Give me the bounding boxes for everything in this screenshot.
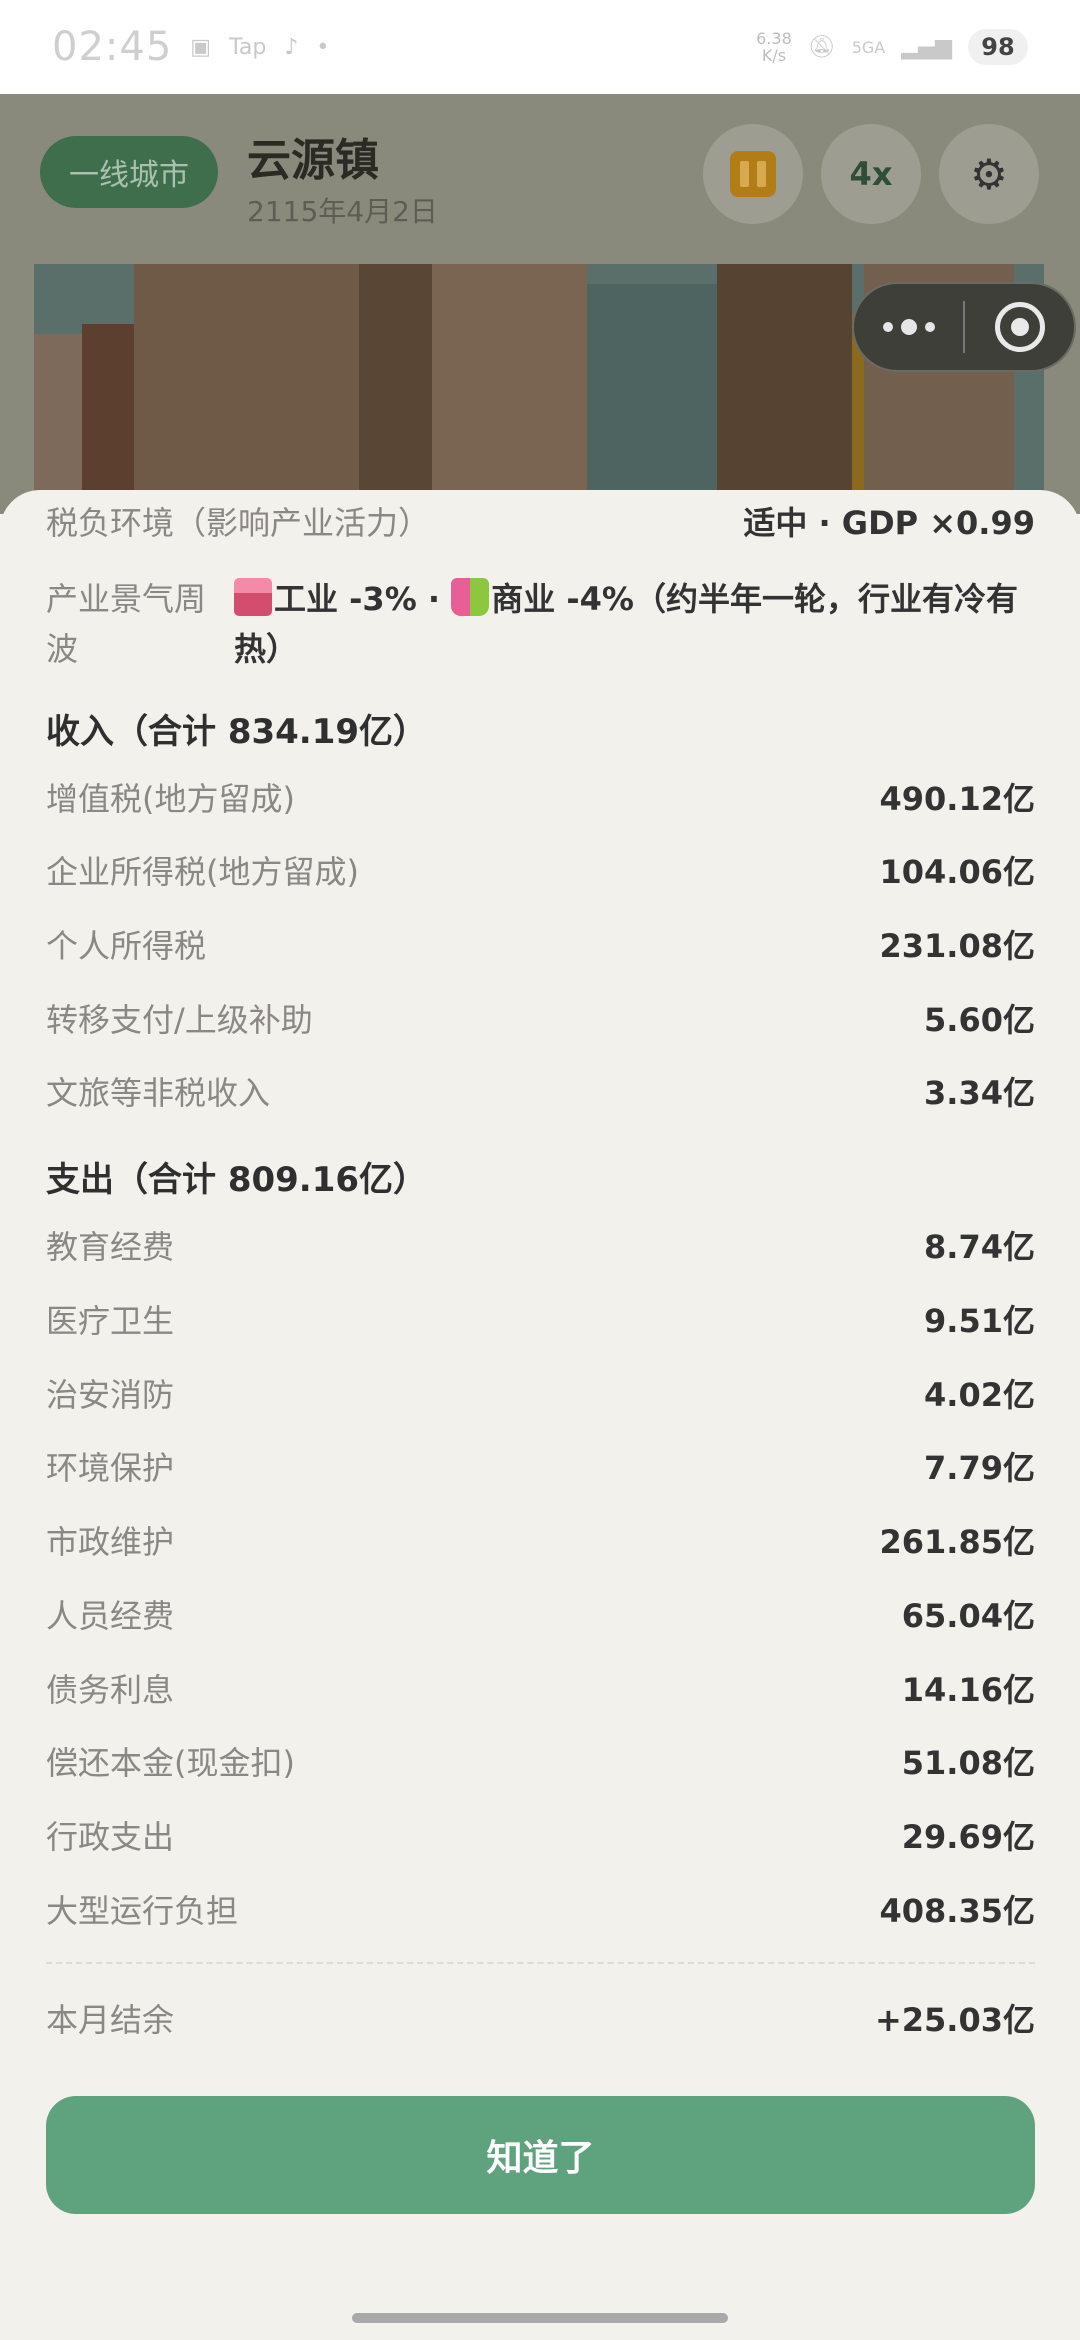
expense-row: 医疗卫生 9.51亿 xyxy=(46,1294,1035,1344)
status-left: 02:45 ▣ Tap ♪ • xyxy=(52,24,329,70)
expense-row: 债务利息 14.16亿 xyxy=(46,1663,1035,1713)
more-icon[interactable] xyxy=(854,319,963,335)
battery-indicator: 98 xyxy=(968,29,1028,65)
close-target-icon[interactable] xyxy=(965,302,1074,352)
mute-icon: 🔕︎ xyxy=(807,34,836,60)
income-row: 文旅等非税收入 3.34亿 xyxy=(46,1066,1035,1116)
expense-row: 治安消防 4.02亿 xyxy=(46,1368,1035,1418)
expense-value: 4.02亿 xyxy=(924,1376,1035,1414)
industry-cycle-value: 工业 -3% · 商业 -4%（约半年一轮，行业有冷有热） xyxy=(234,574,1034,674)
income-heading: 收入（合计 834.19亿） xyxy=(46,712,428,752)
expense-label: 偿还本金(现金扣) xyxy=(46,1744,295,1782)
building xyxy=(717,264,852,514)
income-label: 文旅等非税收入 xyxy=(46,1074,271,1112)
screen-record-icon: ▣ xyxy=(190,34,212,60)
expense-label: 人员经费 xyxy=(46,1597,175,1635)
building xyxy=(134,264,359,514)
industry-cycle-industry: 工业 -3% · xyxy=(274,580,452,618)
gear-icon: ⚙ xyxy=(970,149,1008,199)
income-row: 个人所得税 231.08亿 xyxy=(46,919,1035,969)
expense-value: 9.51亿 xyxy=(924,1302,1035,1340)
status-right: 6.38 K/s 🔕︎ 5GA ▂▄▆ 98 xyxy=(756,29,1028,65)
expense-row: 人员经费 65.04亿 xyxy=(46,1589,1035,1639)
dot-icon: • xyxy=(316,34,330,60)
status-bar: 02:45 ▣ Tap ♪ • 6.38 K/s 🔕︎ 5GA ▂▄▆ 98 xyxy=(0,0,1080,94)
expense-label: 行政支出 xyxy=(46,1818,175,1856)
screen: 02:45 ▣ Tap ♪ • 6.38 K/s 🔕︎ 5GA ▂▄▆ 98 一… xyxy=(0,0,1080,2340)
income-value: 3.34亿 xyxy=(924,1074,1035,1112)
expense-value: 29.69亿 xyxy=(901,1818,1035,1856)
expense-row: 行政支出 29.69亿 xyxy=(46,1810,1035,1860)
balance-row: 本月结余 +25.03亿 xyxy=(46,1993,1035,2043)
income-label: 转移支付/上级补助 xyxy=(46,1001,313,1039)
expense-label: 医疗卫生 xyxy=(46,1302,175,1340)
game-date: 2115年4月2日 xyxy=(247,195,438,228)
network-speed-unit: K/s xyxy=(761,46,787,65)
speed-label: 4x xyxy=(849,155,893,193)
tax-environment-value: 适中 · GDP ×0.99 xyxy=(743,504,1035,542)
pause-button[interactable] xyxy=(703,124,803,224)
expense-value: 51.08亿 xyxy=(901,1744,1035,1782)
tiktok-icon: ♪ xyxy=(284,34,299,60)
income-value: 231.08亿 xyxy=(879,927,1036,965)
income-value: 5.60亿 xyxy=(924,1001,1035,1039)
income-label: 增值税(地方留成) xyxy=(46,780,295,818)
income-value: 104.06亿 xyxy=(879,853,1036,891)
miniprogram-capsule xyxy=(852,282,1076,372)
income-row: 转移支付/上级补助 5.60亿 xyxy=(46,993,1035,1043)
expense-value: 14.16亿 xyxy=(901,1671,1035,1709)
settings-button[interactable]: ⚙ xyxy=(939,124,1039,224)
expense-label: 大型运行负担 xyxy=(46,1892,239,1930)
expense-row: 偿还本金(现金扣) 51.08亿 xyxy=(46,1736,1035,1786)
expense-value: 261.85亿 xyxy=(879,1523,1036,1561)
expense-value: 8.74亿 xyxy=(924,1228,1035,1266)
expense-label: 环境保护 xyxy=(46,1449,175,1487)
income-label: 企业所得税(地方留成) xyxy=(46,853,359,891)
expense-row: 教育经费 8.74亿 xyxy=(46,1220,1035,1270)
expense-value: 408.35亿 xyxy=(879,1892,1036,1930)
network-speed-value: 6.38 xyxy=(756,29,792,48)
balance-value: +25.03亿 xyxy=(874,2001,1035,2039)
income-value: 490.12亿 xyxy=(879,780,1036,818)
factory-icon xyxy=(234,578,272,616)
speed-button[interactable]: 4x xyxy=(821,124,921,224)
industry-cycle-label: 产业景气周波 xyxy=(46,580,207,668)
game-header: 一线城市 云源镇 2115年4月2日 4x ⚙ xyxy=(0,94,1080,514)
expense-label: 债务利息 xyxy=(46,1671,175,1709)
pause-icon xyxy=(730,151,776,197)
network-speed: 6.38 K/s xyxy=(756,30,792,64)
city-tier-badge[interactable]: 一线城市 xyxy=(40,136,218,208)
tax-environment-row: 税负环境（影响产业活力） 适中 · GDP ×0.99 xyxy=(46,496,1035,546)
expense-value: 7.79亿 xyxy=(924,1449,1035,1487)
signal-icon: ▂▄▆ xyxy=(901,34,952,60)
tap-label: Tap xyxy=(229,34,267,60)
balance-divider xyxy=(46,1962,1035,1964)
building xyxy=(34,334,84,514)
income-label: 个人所得税 xyxy=(46,927,207,965)
expense-label: 市政维护 xyxy=(46,1523,175,1561)
expense-label: 教育经费 xyxy=(46,1228,175,1266)
expense-heading: 支出（合计 809.16亿） xyxy=(46,1160,428,1200)
balance-label: 本月结余 xyxy=(46,2001,175,2039)
expense-label: 治安消防 xyxy=(46,1376,175,1414)
home-indicator[interactable] xyxy=(352,2313,728,2323)
building xyxy=(82,324,137,514)
income-row: 企业所得税(地方留成) 104.06亿 xyxy=(46,845,1035,895)
finance-sheet: 税负环境（影响产业活力） 适中 · GDP ×0.99 产业景气周波 工业 -3… xyxy=(0,490,1080,2340)
building xyxy=(587,284,717,514)
town-name: 云源镇 xyxy=(247,135,379,186)
shopping-bags-icon xyxy=(451,578,490,616)
ok-button[interactable]: 知道了 xyxy=(46,2096,1035,2214)
tax-environment-label: 税负环境（影响产业活力） xyxy=(46,504,431,542)
network-type: 5GA xyxy=(851,37,886,57)
expense-value: 65.04亿 xyxy=(901,1597,1035,1635)
expense-row: 环境保护 7.79亿 xyxy=(46,1441,1035,1491)
building xyxy=(432,264,587,514)
expense-row: 市政维护 261.85亿 xyxy=(46,1515,1035,1565)
income-row: 增值税(地方留成) 490.12亿 xyxy=(46,772,1035,822)
status-time: 02:45 xyxy=(52,24,173,70)
expense-row: 大型运行负担 408.35亿 xyxy=(46,1884,1035,1934)
building xyxy=(359,264,434,514)
